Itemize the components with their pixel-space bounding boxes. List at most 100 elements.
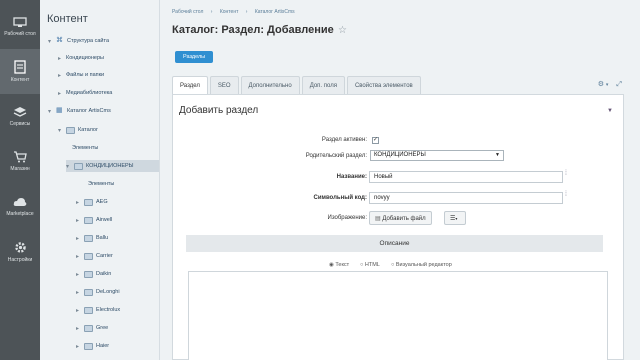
- tree-item-label: Элементы: [88, 181, 115, 187]
- translate-icon[interactable]: ⁞: [565, 170, 567, 177]
- active-checkbox[interactable]: ✓: [372, 137, 379, 144]
- leftbar-label: Контент: [10, 77, 30, 83]
- folder-icon: [66, 126, 75, 134]
- tree-item-site-structure[interactable]: ▾ ⌘ Структура сайта: [48, 35, 109, 47]
- tree-item-daikin[interactable]: ▸ Daikin: [76, 268, 111, 280]
- tree-item-gree[interactable]: ▸ Gree: [76, 322, 108, 334]
- tree-item-elements[interactable]: Элементы: [72, 142, 98, 154]
- tab-additional[interactable]: Дополнительно: [240, 76, 300, 94]
- expand-icon[interactable]: ▾: [48, 108, 56, 115]
- catalog-icon: ▦: [56, 107, 63, 114]
- form-panel: Добавить раздел ▼ Раздел активен: ✓ Роди…: [172, 94, 624, 360]
- folder-icon: [84, 306, 93, 314]
- mode-radio-html[interactable]: ○ HTML: [360, 262, 380, 268]
- leftbar-item-services[interactable]: Сервисы: [0, 94, 40, 139]
- tree-item-label: Carrier: [96, 253, 113, 259]
- expand-icon[interactable]: ▾: [58, 127, 66, 134]
- code-input[interactable]: novyy: [369, 192, 563, 204]
- main-area: Рабочий стол › Контент › Каталог ArtisCm…: [160, 0, 640, 360]
- file-menu-button[interactable]: ☰▾: [444, 211, 466, 225]
- tree-item-elements[interactable]: Элементы: [88, 178, 114, 190]
- parent-section-select[interactable]: КОНДИЦИОНЕРЫ ▼: [370, 150, 504, 161]
- leftbar-item-marketplace[interactable]: Marketplace: [0, 184, 40, 229]
- breadcrumb-separator: ›: [245, 9, 248, 15]
- expand-icon[interactable]: ▸: [76, 235, 84, 242]
- expand-icon[interactable]: ▾: [66, 163, 74, 170]
- chevron-down-icon: ▾: [455, 216, 458, 221]
- tree-item-konditsionery[interactable]: ▾ КОНДИЦИОНЕРЫ: [66, 160, 159, 172]
- folder-icon: [84, 198, 93, 206]
- leftbar-item-shop[interactable]: Магазин: [0, 139, 40, 184]
- expand-icon[interactable]: ▸: [58, 55, 66, 62]
- expand-icon[interactable]: ▸: [58, 72, 66, 79]
- leftbar-item-content[interactable]: Контент: [0, 49, 40, 94]
- tree-item-catalog[interactable]: ▾ Каталог: [58, 124, 98, 136]
- leftbar-label: Marketplace: [6, 210, 34, 217]
- layers-icon: [13, 107, 27, 117]
- collapse-icon[interactable]: ▼: [607, 108, 613, 114]
- expand-icon[interactable]: ▸: [76, 217, 84, 224]
- breadcrumb-separator: ›: [210, 9, 213, 15]
- sections-button[interactable]: Разделы: [175, 51, 214, 63]
- radio-icon: ○: [391, 262, 395, 268]
- active-label: Раздел активен:: [321, 137, 367, 143]
- add-file-label: Добавить файл: [382, 216, 426, 222]
- chevron-down-icon[interactable]: ▾: [606, 82, 609, 88]
- tree-item-delonghi[interactable]: ▸ DeLonghi: [76, 286, 120, 298]
- tree-item-catalog-artiscms[interactable]: ▾ ▦ Каталог ArtisCms: [48, 105, 111, 117]
- expand-icon[interactable]: ▸: [76, 307, 84, 314]
- tree-item-media[interactable]: ▸ Медиабиблиотека: [58, 87, 112, 99]
- cloud-icon: [13, 197, 27, 206]
- tab-extra-fields[interactable]: Доп. поля: [301, 76, 345, 94]
- tree-item-label: Electrolux: [96, 307, 121, 313]
- leftbar-item-settings[interactable]: Настройки: [0, 229, 40, 274]
- expand-icon[interactable]: ▸: [76, 343, 84, 350]
- leftbar-label: Магазин: [10, 166, 30, 172]
- tree-item-haier[interactable]: ▸ Haier: [76, 340, 109, 352]
- leftbar-item-desktop[interactable]: Рабочий стол: [0, 4, 40, 49]
- tree-item-carrier[interactable]: ▸ Carrier: [76, 250, 113, 262]
- breadcrumb-link[interactable]: Рабочий стол: [172, 9, 203, 15]
- expand-icon[interactable]: ▸: [76, 271, 84, 278]
- tree-item-electrolux[interactable]: ▸ Electrolux: [76, 304, 120, 316]
- breadcrumb-link[interactable]: Контент: [220, 9, 239, 15]
- mode-text-label: Текст: [335, 262, 350, 268]
- tab-element-properties[interactable]: Свойства элементов: [346, 76, 421, 94]
- description-textarea[interactable]: [188, 271, 608, 360]
- expand-icon[interactable]: ▸: [76, 199, 84, 206]
- expand-icon[interactable]: ▾: [48, 38, 56, 45]
- tree-item-label: Кондиционеры: [66, 55, 104, 61]
- tree-item-label: Gree: [96, 325, 109, 331]
- admin-left-bar: Рабочий стол Контент Сервисы Магазин Mar…: [0, 0, 40, 360]
- expand-icon[interactable]: ▸: [58, 90, 66, 97]
- expand-icon[interactable]: ▸: [76, 253, 84, 260]
- gear-icon[interactable]: ⚙: [598, 81, 604, 88]
- name-input[interactable]: Новый: [369, 171, 563, 183]
- tree-item-label: AEG: [96, 199, 108, 205]
- tab-seo[interactable]: SEO: [209, 76, 239, 94]
- tree-item-airwell[interactable]: ▸ Airwell: [76, 214, 112, 226]
- mode-radio-text[interactable]: ◉ Текст: [329, 262, 349, 268]
- expand-icon[interactable]: ▸: [76, 325, 84, 332]
- translate-icon[interactable]: ⁞: [565, 191, 567, 198]
- content-tree: Контент ▾ ⌘ Структура сайта ▸ Кондиционеры …: [40, 0, 160, 360]
- tab-section[interactable]: Раздел: [172, 76, 208, 94]
- tree-item-label: Элементы: [72, 145, 99, 151]
- mode-radio-visual[interactable]: ○ Визуальный редактор: [391, 262, 452, 268]
- tab-bar: Раздел SEO Дополнительно Доп. поля Свойс…: [172, 76, 423, 94]
- expand-icon[interactable]: ⤢: [616, 81, 622, 88]
- tree-item-label: Haier: [96, 343, 110, 349]
- cart-icon: [14, 151, 27, 163]
- tree-item-aeg[interactable]: ▸ AEG: [76, 196, 108, 208]
- star-icon[interactable]: ☆: [338, 25, 347, 36]
- desktop-icon: [13, 16, 27, 27]
- folder-icon: [84, 234, 93, 242]
- folder-icon: [84, 324, 93, 332]
- tree-item-files[interactable]: ▸ Файлы и папки: [58, 69, 104, 81]
- radio-checked-icon: ◉: [329, 262, 334, 268]
- tree-item-ballu[interactable]: ▸ Ballu: [76, 232, 108, 244]
- tree-item-conditioners[interactable]: ▸ Кондиционеры: [58, 52, 104, 64]
- expand-icon[interactable]: ▸: [76, 289, 84, 296]
- add-file-button[interactable]: ▤ Добавить файл: [369, 211, 432, 225]
- breadcrumb-link[interactable]: Каталог ArtisCms: [255, 9, 295, 15]
